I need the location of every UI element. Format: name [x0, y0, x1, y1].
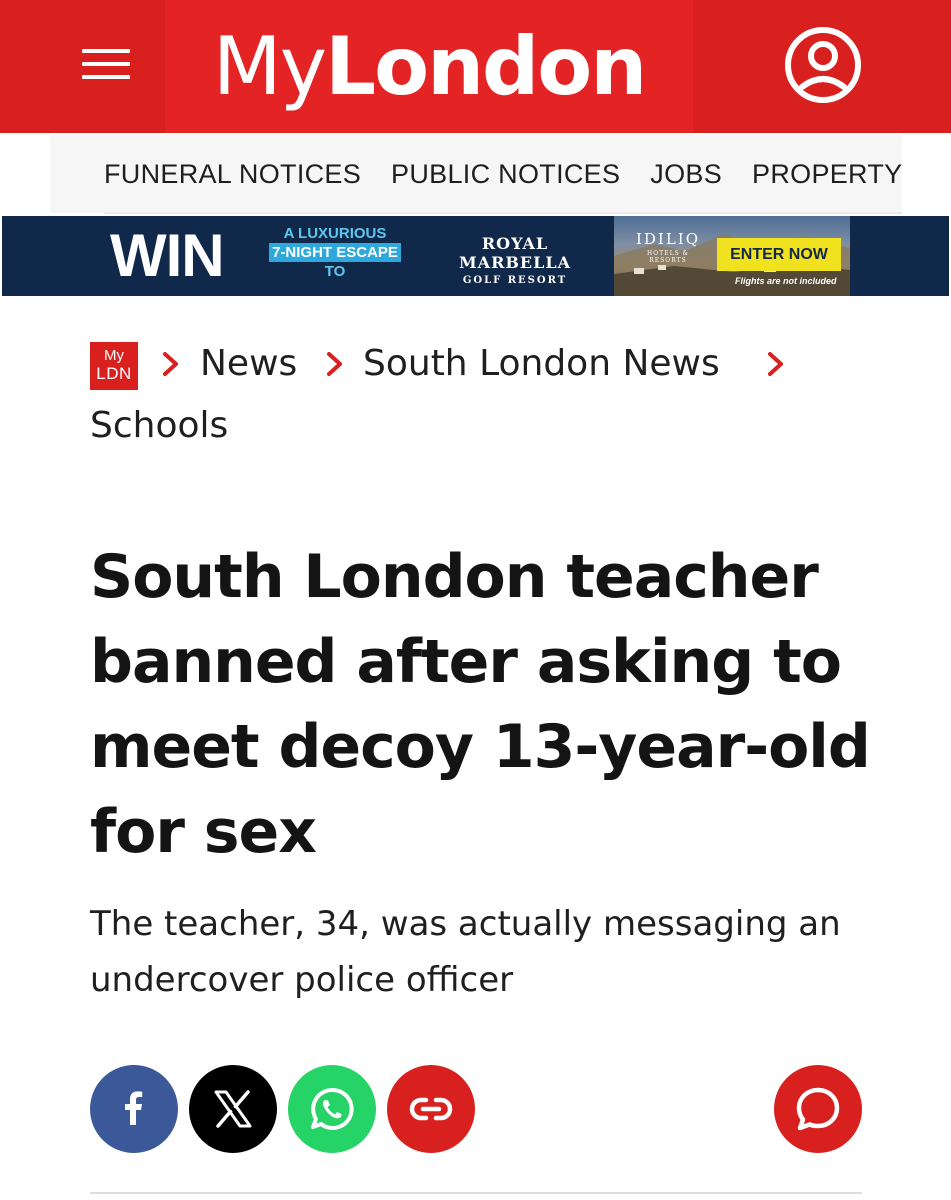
- nav-item-public-notices[interactable]: PUBLIC NOTICES: [391, 159, 620, 190]
- nav-item-property[interactable]: PROPERTY: [752, 159, 902, 190]
- chevron-right-icon: [327, 352, 342, 376]
- article-divider: [90, 1192, 862, 1194]
- facebook-icon: [125, 1091, 143, 1125]
- breadcrumb-home-logo[interactable]: My LDN: [90, 342, 138, 390]
- breadcrumb-link-schools[interactable]: Schools: [90, 398, 228, 454]
- comment-bubble-icon: [796, 1087, 840, 1131]
- hamburger-menu-icon: [82, 49, 130, 53]
- advert-brand-sub: HOTELS & RESORTS: [647, 250, 689, 264]
- advert-small-print: Flights are not included: [735, 276, 837, 286]
- advert-banner[interactable]: WIN A LUXURIOUS 7-NIGHT ESCAPE TO ROYAL …: [2, 216, 949, 296]
- breadcrumb-link-south-london-news[interactable]: South London News: [363, 336, 720, 392]
- hamburger-menu-icon-bar: [82, 62, 130, 66]
- share-facebook-button[interactable]: [90, 1065, 178, 1153]
- advert-resort-sub: GOLF RESORT: [462, 275, 568, 286]
- comments-button[interactable]: [774, 1065, 862, 1153]
- link-icon: [409, 1097, 453, 1121]
- site-logo[interactable]: MyLondon: [165, 0, 693, 133]
- share-x-button[interactable]: [189, 1065, 277, 1153]
- site-header: MyLondon: [0, 0, 951, 133]
- advert-resort: ROYAL MARBELLA GOLF RESORT: [426, 234, 604, 286]
- share-copy-link-button[interactable]: [387, 1065, 475, 1153]
- x-logo-icon: [214, 1090, 252, 1128]
- advert-brand: IDILIQ HOTELS & RESORTS: [628, 230, 708, 264]
- advert-escape-text: A LUXURIOUS 7-NIGHT ESCAPE TO: [260, 224, 410, 281]
- nav-divider: [104, 212, 902, 214]
- advert-enter-now-button[interactable]: ENTER NOW: [717, 238, 841, 271]
- hamburger-menu-icon-bar: [82, 75, 130, 79]
- share-whatsapp-button[interactable]: [288, 1065, 376, 1153]
- advert-line2: 7-NIGHT ESCAPE: [269, 243, 401, 262]
- advert-line3: TO: [324, 263, 346, 280]
- article-headline: South London teacher banned after asking…: [90, 542, 871, 867]
- account-button[interactable]: [783, 25, 863, 105]
- advert-brand-name: IDILIQ: [635, 230, 701, 248]
- section-nav: FUNERAL NOTICES PUBLIC NOTICES JOBS PROP…: [50, 135, 902, 213]
- article-standfirst: The teacher, 34, was actually messaging …: [90, 904, 841, 1000]
- advert-win-text: WIN: [110, 222, 225, 289]
- menu-button[interactable]: [82, 46, 130, 82]
- whatsapp-icon: [311, 1087, 354, 1130]
- breadcrumb-link-news[interactable]: News: [200, 336, 297, 392]
- advert-line1: A LUXURIOUS: [283, 225, 387, 242]
- user-account-icon: [785, 27, 861, 103]
- chevron-right-icon: [768, 352, 783, 376]
- nav-item-jobs[interactable]: JOBS: [650, 159, 722, 190]
- advert-resort-name: ROYAL MARBELLA: [458, 234, 572, 272]
- chevron-right-icon: [163, 352, 178, 376]
- site-logo-text: MyLondon: [212, 19, 647, 113]
- nav-item-funeral-notices[interactable]: FUNERAL NOTICES: [104, 159, 361, 190]
